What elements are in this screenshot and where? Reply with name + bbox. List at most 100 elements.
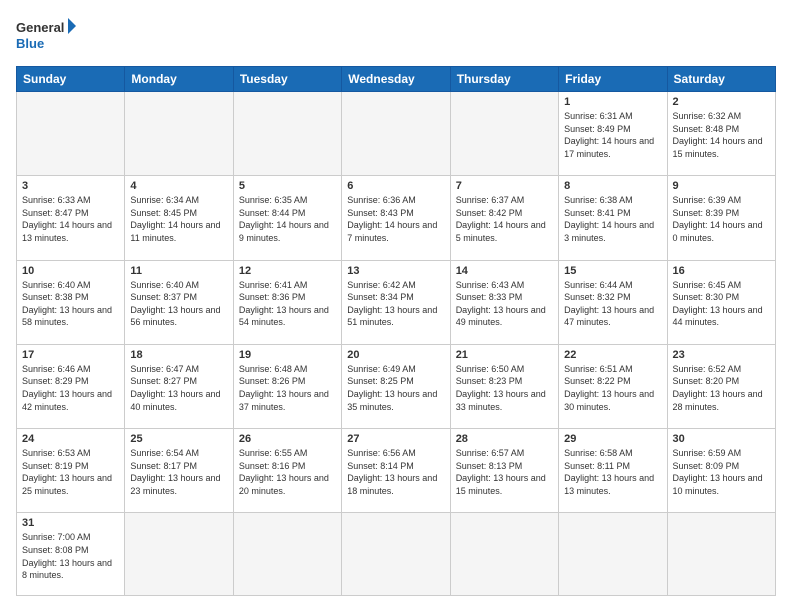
weekday-header-sunday: Sunday — [17, 67, 125, 92]
day-number: 26 — [239, 433, 336, 445]
calendar-cell: 9 Sunrise: 6:39 AM Sunset: 8:39 PM Daylig… — [667, 176, 775, 260]
calendar-cell: 8 Sunrise: 6:38 AM Sunset: 8:41 PM Daylig… — [559, 176, 667, 260]
day-info: Sunrise: 6:40 AM Sunset: 8:38 PM Dayligh… — [22, 279, 119, 329]
calendar-cell: 7 Sunrise: 6:37 AM Sunset: 8:42 PM Daylig… — [450, 176, 558, 260]
weekday-header-saturday: Saturday — [667, 67, 775, 92]
calendar-cell: 15 Sunrise: 6:44 AM Sunset: 8:32 PM Dayli… — [559, 260, 667, 344]
calendar-cell — [17, 92, 125, 176]
weekday-header-friday: Friday — [559, 67, 667, 92]
day-number: 22 — [564, 349, 661, 361]
day-number: 6 — [347, 180, 444, 192]
day-number: 27 — [347, 433, 444, 445]
calendar-week-2: 3Sunrise: 6:33 AM Sunset: 8:47 PM Daylig… — [17, 176, 776, 260]
calendar-cell — [450, 513, 558, 596]
day-number: 15 — [564, 265, 661, 277]
calendar-cell — [125, 513, 233, 596]
day-number: 28 — [456, 433, 553, 445]
generalblue-logo-icon: General Blue — [16, 16, 76, 56]
day-number: 18 — [130, 349, 227, 361]
header: General Blue — [16, 16, 776, 56]
calendar-cell — [125, 92, 233, 176]
calendar-week-4: 17Sunrise: 6:46 AM Sunset: 8:29 PM Dayli… — [17, 344, 776, 428]
day-info: Sunrise: 6:49 AM Sunset: 8:25 PM Dayligh… — [347, 363, 444, 413]
day-number: 13 — [347, 265, 444, 277]
day-info: Sunrise: 6:35 AM Sunset: 8:44 PM Dayligh… — [239, 194, 336, 244]
calendar-cell: 22 Sunrise: 6:51 AM Sunset: 8:22 PM Dayli… — [559, 344, 667, 428]
day-info: Sunrise: 6:37 AM Sunset: 8:42 PM Dayligh… — [456, 194, 553, 244]
calendar-cell: 28 Sunrise: 6:57 AM Sunset: 8:13 PM Dayli… — [450, 429, 558, 513]
day-number: 14 — [456, 265, 553, 277]
day-info: Sunrise: 6:52 AM Sunset: 8:20 PM Dayligh… — [673, 363, 770, 413]
calendar-cell: 25Sunrise: 6:54 AM Sunset: 8:17 PM Dayli… — [125, 429, 233, 513]
calendar-cell: 23Sunrise: 6:52 AM Sunset: 8:20 PM Dayli… — [667, 344, 775, 428]
calendar-cell: 30 Sunrise: 6:59 AM Sunset: 8:09 PM Dayli… — [667, 429, 775, 513]
day-info: Sunrise: 6:38 AM Sunset: 8:41 PM Dayligh… — [564, 194, 661, 244]
calendar-cell: 24Sunrise: 6:53 AM Sunset: 8:19 PM Dayli… — [17, 429, 125, 513]
calendar-cell — [233, 513, 341, 596]
logo: General Blue — [16, 16, 76, 56]
calendar-cell: 29 Sunrise: 6:58 AM Sunset: 8:11 PM Dayli… — [559, 429, 667, 513]
svg-text:Blue: Blue — [16, 36, 44, 51]
svg-text:General: General — [16, 20, 64, 35]
day-number: 11 — [130, 265, 227, 277]
day-number: 8 — [564, 180, 661, 192]
calendar-cell: 17Sunrise: 6:46 AM Sunset: 8:29 PM Dayli… — [17, 344, 125, 428]
calendar-cell — [342, 92, 450, 176]
day-number: 9 — [673, 180, 770, 192]
calendar-cell — [667, 513, 775, 596]
day-info: Sunrise: 6:42 AM Sunset: 8:34 PM Dayligh… — [347, 279, 444, 329]
day-info: Sunrise: 6:34 AM Sunset: 8:45 PM Dayligh… — [130, 194, 227, 244]
day-number: 3 — [22, 180, 119, 192]
day-info: Sunrise: 6:40 AM Sunset: 8:37 PM Dayligh… — [130, 279, 227, 329]
day-info: Sunrise: 6:55 AM Sunset: 8:16 PM Dayligh… — [239, 447, 336, 497]
day-info: Sunrise: 6:57 AM Sunset: 8:13 PM Dayligh… — [456, 447, 553, 497]
day-info: Sunrise: 6:56 AM Sunset: 8:14 PM Dayligh… — [347, 447, 444, 497]
calendar-cell: 6 Sunrise: 6:36 AM Sunset: 8:43 PM Daylig… — [342, 176, 450, 260]
day-number: 31 — [22, 517, 119, 529]
page: General Blue SundayMondayTuesdayWednesda… — [0, 0, 792, 612]
day-number: 21 — [456, 349, 553, 361]
calendar-week-3: 10Sunrise: 6:40 AM Sunset: 8:38 PM Dayli… — [17, 260, 776, 344]
day-number: 2 — [673, 96, 770, 108]
day-info: Sunrise: 6:36 AM Sunset: 8:43 PM Dayligh… — [347, 194, 444, 244]
day-number: 30 — [673, 433, 770, 445]
calendar-cell: 4 Sunrise: 6:34 AM Sunset: 8:45 PM Daylig… — [125, 176, 233, 260]
day-info: Sunrise: 6:58 AM Sunset: 8:11 PM Dayligh… — [564, 447, 661, 497]
day-number: 1 — [564, 96, 661, 108]
calendar-week-5: 24Sunrise: 6:53 AM Sunset: 8:19 PM Dayli… — [17, 429, 776, 513]
day-info: Sunrise: 6:59 AM Sunset: 8:09 PM Dayligh… — [673, 447, 770, 497]
calendar-cell: 19Sunrise: 6:48 AM Sunset: 8:26 PM Dayli… — [233, 344, 341, 428]
day-info: Sunrise: 6:39 AM Sunset: 8:39 PM Dayligh… — [673, 194, 770, 244]
day-number: 4 — [130, 180, 227, 192]
calendar-cell: 12 Sunrise: 6:41 AM Sunset: 8:36 PM Dayli… — [233, 260, 341, 344]
day-info: Sunrise: 6:45 AM Sunset: 8:30 PM Dayligh… — [673, 279, 770, 329]
calendar-cell — [559, 513, 667, 596]
weekday-header-row: SundayMondayTuesdayWednesdayThursdayFrid… — [17, 67, 776, 92]
calendar-cell: 13 Sunrise: 6:42 AM Sunset: 8:34 PM Dayli… — [342, 260, 450, 344]
day-number: 29 — [564, 433, 661, 445]
day-info: Sunrise: 6:47 AM Sunset: 8:27 PM Dayligh… — [130, 363, 227, 413]
calendar-week-1: 1 Sunrise: 6:31 AM Sunset: 8:49 PM Daylig… — [17, 92, 776, 176]
calendar-cell: 10Sunrise: 6:40 AM Sunset: 8:38 PM Dayli… — [17, 260, 125, 344]
day-info: Sunrise: 6:51 AM Sunset: 8:22 PM Dayligh… — [564, 363, 661, 413]
day-info: Sunrise: 7:00 AM Sunset: 8:08 PM Dayligh… — [22, 531, 119, 581]
weekday-header-wednesday: Wednesday — [342, 67, 450, 92]
day-info: Sunrise: 6:50 AM Sunset: 8:23 PM Dayligh… — [456, 363, 553, 413]
day-info: Sunrise: 6:41 AM Sunset: 8:36 PM Dayligh… — [239, 279, 336, 329]
calendar-cell: 31 Sunrise: 7:00 AM Sunset: 8:08 PM Dayli… — [17, 513, 125, 596]
weekday-header-monday: Monday — [125, 67, 233, 92]
calendar-cell: 18 Sunrise: 6:47 AM Sunset: 8:27 PM Dayli… — [125, 344, 233, 428]
calendar-cell: 5 Sunrise: 6:35 AM Sunset: 8:44 PM Daylig… — [233, 176, 341, 260]
calendar-cell: 14Sunrise: 6:43 AM Sunset: 8:33 PM Dayli… — [450, 260, 558, 344]
calendar-table: SundayMondayTuesdayWednesdayThursdayFrid… — [16, 66, 776, 596]
calendar-cell: 2Sunrise: 6:32 AM Sunset: 8:48 PM Daylig… — [667, 92, 775, 176]
weekday-header-thursday: Thursday — [450, 67, 558, 92]
day-number: 7 — [456, 180, 553, 192]
day-number: 12 — [239, 265, 336, 277]
calendar-cell — [342, 513, 450, 596]
day-info: Sunrise: 6:31 AM Sunset: 8:49 PM Dayligh… — [564, 110, 661, 160]
day-info: Sunrise: 6:46 AM Sunset: 8:29 PM Dayligh… — [22, 363, 119, 413]
calendar-cell: 27 Sunrise: 6:56 AM Sunset: 8:14 PM Dayli… — [342, 429, 450, 513]
day-info: Sunrise: 6:44 AM Sunset: 8:32 PM Dayligh… — [564, 279, 661, 329]
day-number: 5 — [239, 180, 336, 192]
